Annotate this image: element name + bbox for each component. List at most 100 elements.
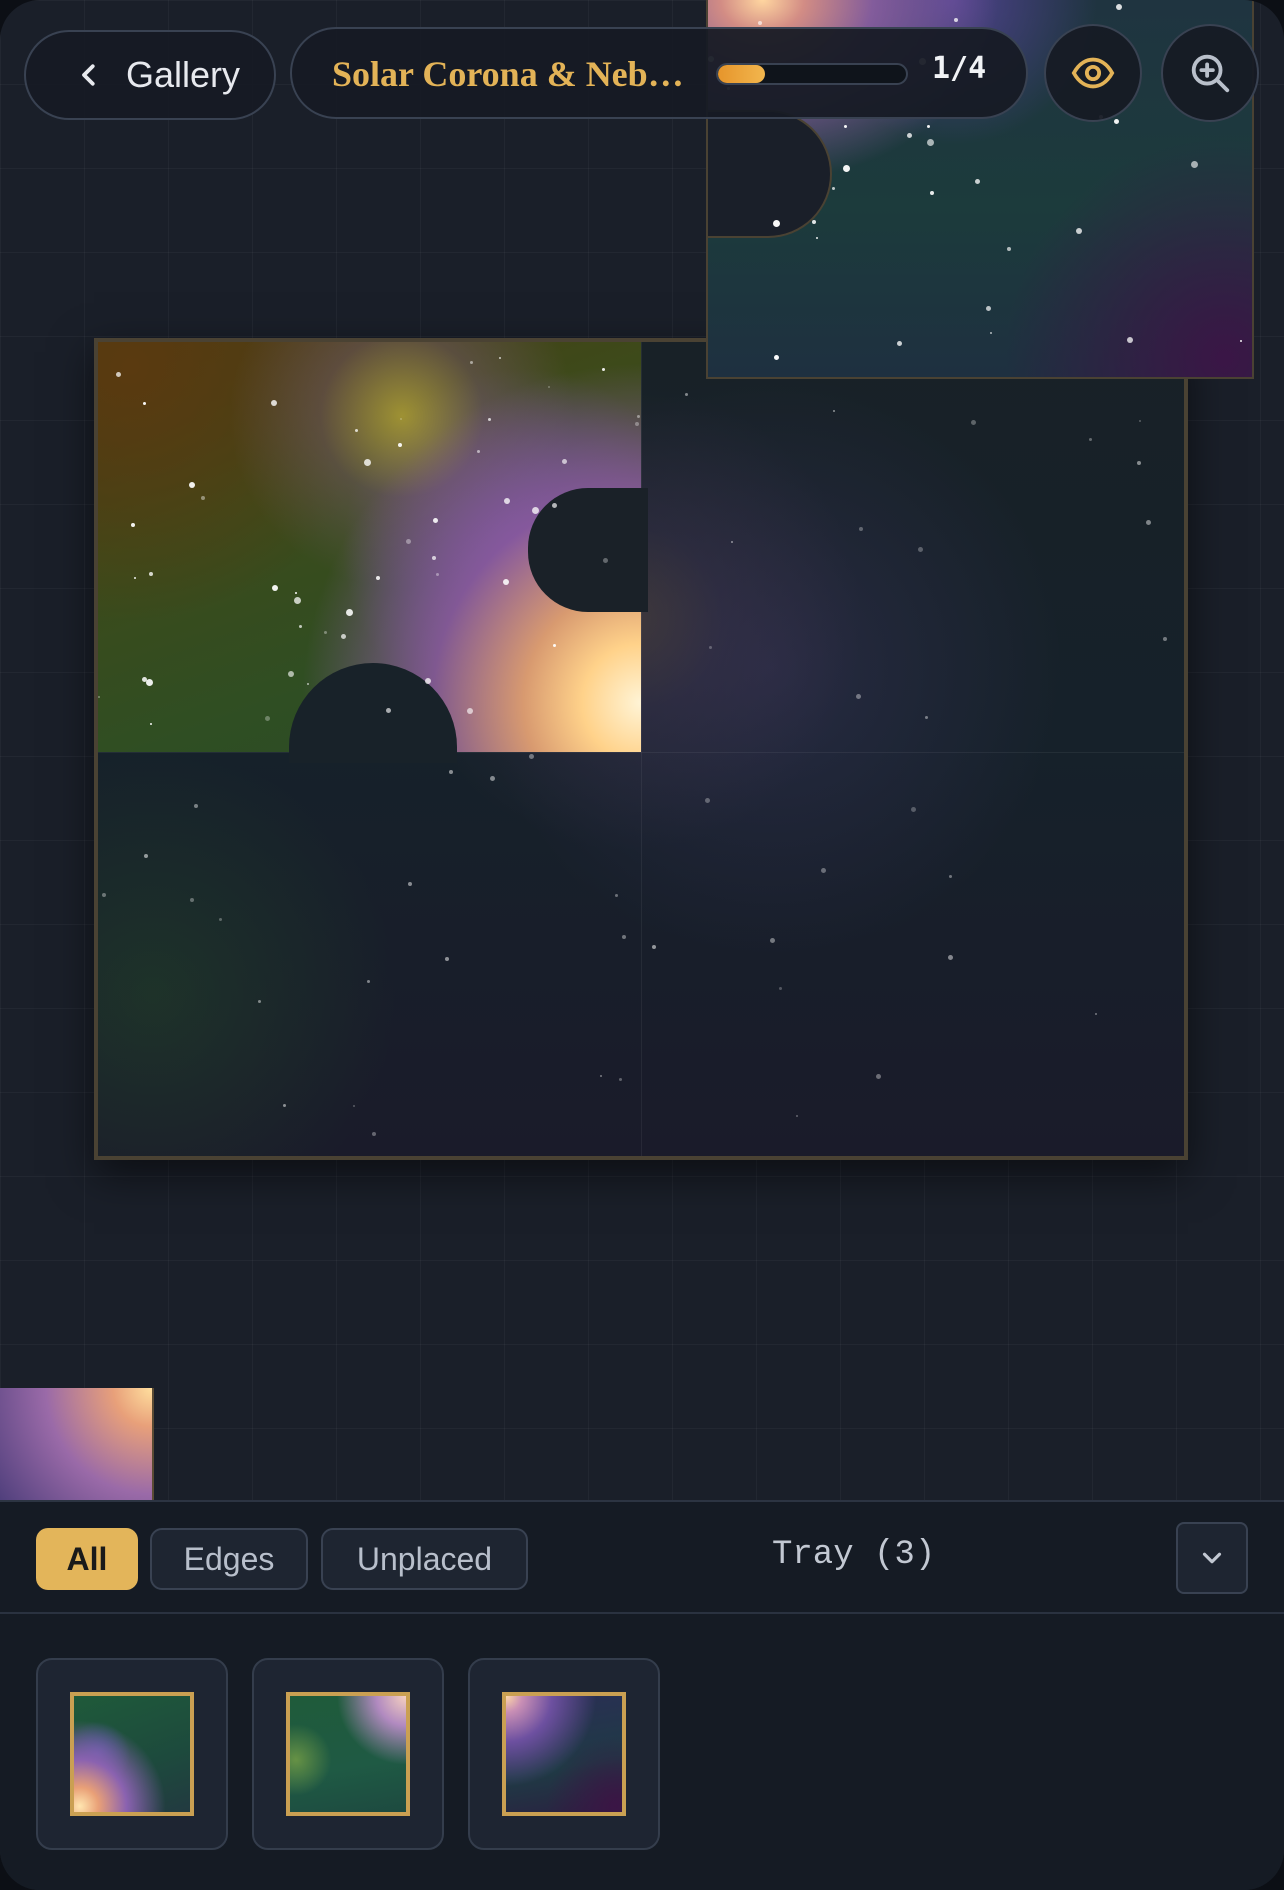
star-dot: [975, 179, 980, 184]
star-dot: [876, 1074, 881, 1079]
star-dot: [265, 716, 270, 721]
filter-edges[interactable]: Edges: [150, 1528, 308, 1590]
tray-divider: [0, 1612, 1284, 1614]
star-dot: [622, 935, 626, 939]
star-dot: [201, 496, 205, 500]
star-dot: [470, 361, 473, 364]
filter-all[interactable]: All: [36, 1528, 138, 1590]
star-dot: [635, 422, 639, 426]
star-dot: [709, 646, 712, 649]
star-dot: [449, 770, 453, 774]
star-dot: [1127, 337, 1133, 343]
star-dot: [832, 187, 835, 190]
star-dot: [954, 18, 958, 22]
star-dot: [1137, 461, 1141, 465]
chevron-left-icon: [82, 64, 95, 86]
star-dot: [367, 980, 370, 983]
star-dot: [353, 1105, 355, 1107]
loose-piece-bottom-left[interactable]: [0, 1388, 154, 1502]
star-dot: [844, 125, 847, 128]
star-dot: [930, 191, 934, 195]
star-dot: [948, 955, 953, 960]
puzzle-title: Solar Corona & Nebula: [332, 54, 692, 94]
zoom-in-icon: [1191, 54, 1230, 93]
star-dot: [821, 868, 826, 873]
star-dot: [816, 237, 818, 239]
star-dot: [1146, 520, 1151, 525]
star-dot: [897, 341, 902, 346]
star-dot: [758, 21, 762, 25]
board-star-field: [98, 342, 1184, 1156]
star-dot: [796, 1115, 798, 1117]
star-dot: [219, 918, 222, 921]
star-dot: [619, 1078, 622, 1081]
star-dot: [856, 694, 861, 699]
chevron-down-icon: [1202, 1552, 1222, 1564]
puzzle-board[interactable]: [94, 338, 1188, 1160]
star-dot: [548, 386, 550, 388]
tray-piece[interactable]: [468, 1658, 660, 1850]
zoom-in-button[interactable]: [1161, 24, 1259, 122]
star-dot: [812, 220, 816, 224]
back-button-label: Gallery: [126, 54, 241, 95]
star-dot: [990, 332, 992, 334]
star-dot: [603, 558, 608, 563]
star-dot: [102, 893, 106, 897]
star-dot: [490, 776, 495, 781]
star-dot: [685, 393, 688, 396]
puzzle-title-bar: Solar Corona & Nebula 1/4: [290, 27, 1028, 119]
star-dot: [705, 798, 710, 803]
star-dot: [925, 716, 928, 719]
star-dot: [971, 420, 976, 425]
star-dot: [774, 355, 779, 360]
star-dot: [731, 541, 733, 543]
star-dot: [477, 450, 480, 453]
star-dot: [194, 804, 198, 808]
collapse-tray-button[interactable]: [1176, 1522, 1248, 1594]
star-dot: [400, 418, 402, 420]
star-dot: [324, 631, 327, 634]
star-dot: [773, 220, 780, 227]
star-dot: [1076, 228, 1082, 234]
star-dot: [98, 696, 100, 698]
filter-unplaced[interactable]: Unplaced: [321, 1528, 528, 1590]
star-dot: [1139, 420, 1141, 422]
preview-button[interactable]: [1044, 24, 1142, 122]
piece-tray: All Edges Unplaced Tray (3): [0, 1500, 1284, 1890]
star-dot: [1163, 637, 1167, 641]
star-dot: [1114, 119, 1119, 124]
tray-piece[interactable]: [36, 1658, 228, 1850]
star-dot: [1089, 438, 1092, 441]
star-dot: [283, 1104, 286, 1107]
star-dot: [833, 410, 835, 412]
star-dot: [918, 547, 923, 552]
back-to-gallery-button[interactable]: Gallery: [24, 30, 276, 120]
star-dot: [190, 898, 194, 902]
star-dot: [779, 987, 782, 990]
eye-icon: [1071, 57, 1115, 89]
progress-bar-fill: [718, 65, 765, 83]
tray-count-label: Tray (3): [772, 1536, 936, 1574]
tray-piece[interactable]: [252, 1658, 444, 1850]
star-dot: [949, 875, 952, 878]
star-dot: [408, 882, 412, 886]
star-dot: [1191, 161, 1198, 168]
progress-bar: [716, 63, 908, 85]
star-dot: [843, 165, 850, 172]
tray-piece-thumbnail: [502, 1692, 626, 1816]
star-dot: [859, 527, 863, 531]
tray-piece-thumbnail: [286, 1692, 410, 1816]
star-dot: [1116, 4, 1122, 10]
star-dot: [529, 754, 534, 759]
star-dot: [144, 854, 148, 858]
star-dot: [372, 1132, 376, 1136]
star-dot: [436, 573, 439, 576]
star-dot: [258, 1000, 261, 1003]
star-dot: [406, 539, 411, 544]
star-dot: [911, 807, 916, 812]
star-dot: [445, 957, 449, 961]
app-screen: Gallery Solar Corona & Nebula 1/4 All Ed…: [0, 0, 1284, 1890]
star-dot: [770, 938, 775, 943]
star-dot: [986, 306, 991, 311]
piece-notch: [708, 110, 832, 238]
